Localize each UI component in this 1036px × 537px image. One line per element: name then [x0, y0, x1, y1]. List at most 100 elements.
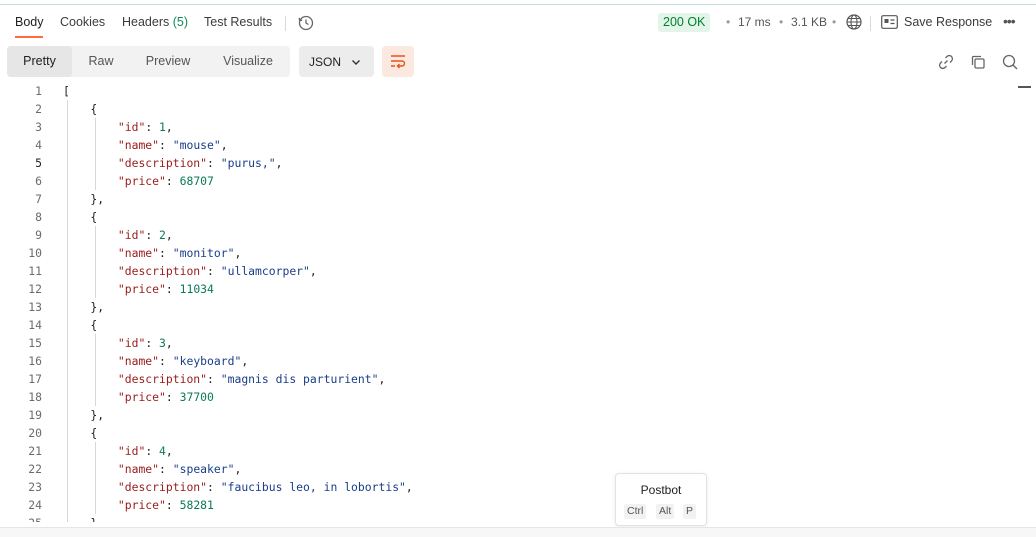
line-number: 3	[35, 120, 42, 134]
code-text: },	[63, 300, 105, 314]
wrap-lines-button[interactable]	[382, 46, 414, 77]
view-mode-visualize[interactable]: Visualize	[206, 46, 290, 77]
line-number: 1	[35, 84, 42, 98]
code-text: "name": "speaker",	[117, 462, 242, 476]
code-text: "description": "ullamcorper",	[117, 264, 317, 278]
line-number: 20	[28, 426, 42, 440]
code-text: },	[63, 192, 105, 206]
view-mode-raw[interactable]: Raw	[72, 46, 130, 77]
code-text: "id": 4,	[117, 444, 173, 458]
tab-body[interactable]: Body	[15, 15, 44, 29]
tab-headers[interactable]: Headers (5)	[122, 15, 188, 29]
headers-count: (5)	[172, 15, 189, 29]
shortcut-key: Ctrl	[624, 504, 647, 519]
response-tabbar: Body Cookies Headers (5) Test Results 20…	[0, 6, 1036, 38]
code-text: {	[63, 318, 98, 332]
code-line[interactable]: 7 },	[0, 190, 1016, 208]
line-number: 4	[35, 138, 42, 152]
code-line[interactable]: 23 "description": "faucibus leo, in lobo…	[0, 478, 1016, 496]
tab-headers-label: Headers	[122, 15, 170, 29]
line-number: 7	[35, 192, 42, 206]
wrap-lines-icon	[391, 55, 406, 69]
code-text: "price": 68707	[117, 174, 214, 188]
code-line[interactable]: 5 "description": "purus,",	[0, 154, 1016, 172]
line-number: 15	[28, 336, 42, 350]
line-number: 24	[28, 498, 42, 512]
code-line[interactable]: 19 },	[0, 406, 1016, 424]
line-number: 25	[0, 514, 42, 522]
meta-separator: •	[779, 15, 784, 29]
shortcut-key: Alt	[656, 504, 675, 519]
code-line[interactable]: 12 "price": 11034	[0, 280, 1016, 298]
tab-cookies[interactable]: Cookies	[60, 15, 105, 29]
code-line[interactable]: 4 "name": "mouse",	[0, 136, 1016, 154]
code-text: "price": 11034	[117, 282, 214, 296]
link-icon[interactable]	[937, 53, 955, 71]
code-text: "description": "faucibus leo, in loborti…	[117, 480, 413, 494]
search-icon[interactable]	[1001, 53, 1019, 71]
code-line[interactable]: 6 "price": 68707	[0, 172, 1016, 190]
line-number: 19	[28, 408, 42, 422]
postbot-tooltip[interactable]: Postbot Ctrl Alt P	[615, 473, 707, 526]
more-options-icon[interactable]: •••	[1003, 13, 1016, 29]
shortcut-key: P	[683, 504, 697, 519]
globe-icon[interactable]	[845, 13, 863, 31]
history-icon[interactable]	[297, 14, 315, 32]
save-response-button[interactable]: Save Response	[904, 15, 992, 29]
code-line[interactable]: 11 "description": "ullamcorper",	[0, 262, 1016, 280]
response-size[interactable]: 3.1 KB	[791, 15, 827, 29]
line-number: 17	[28, 372, 42, 386]
code-text: {	[63, 426, 98, 440]
code-line[interactable]: 14 {	[0, 316, 1016, 334]
code-text: "id": 1,	[117, 120, 173, 134]
code-line[interactable]: 18 "price": 37700	[0, 388, 1016, 406]
format-value: JSON	[309, 55, 342, 69]
code-line[interactable]: 1[	[0, 82, 1016, 100]
code-line[interactable]: 8 {	[0, 208, 1016, 226]
tab-test-results[interactable]: Test Results	[204, 15, 272, 29]
status-badge[interactable]: 200 OK	[658, 13, 711, 32]
active-tab-indicator	[15, 36, 43, 38]
code-line[interactable]: 16 "name": "keyboard",	[0, 352, 1016, 370]
code-text: "name": "mouse",	[117, 138, 228, 152]
code-text: },	[63, 514, 104, 522]
code-line[interactable]: 21 "id": 4,	[0, 442, 1016, 460]
code-text: {	[63, 210, 98, 224]
code-line[interactable]: 24 "price": 58281	[0, 496, 1016, 514]
copy-icon[interactable]	[969, 53, 987, 71]
code-line[interactable]: 3 "id": 1,	[0, 118, 1016, 136]
code-text: "price": 58281	[117, 498, 214, 512]
view-mode-selector: Pretty Raw Preview Visualize	[7, 46, 290, 77]
code-text: "name": "monitor",	[117, 246, 242, 260]
code-line[interactable]: 25 },	[0, 514, 1016, 522]
top-border	[0, 0, 1036, 5]
code-text: "id": 2,	[117, 228, 173, 242]
line-number: 13	[28, 300, 42, 314]
line-number: 22	[28, 462, 42, 476]
view-mode-preview[interactable]: Preview	[130, 46, 206, 77]
code-line[interactable]: 13 },	[0, 298, 1016, 316]
format-dropdown[interactable]: JSON	[299, 46, 374, 77]
code-line[interactable]: 10 "name": "monitor",	[0, 244, 1016, 262]
code-line[interactable]: 9 "id": 2,	[0, 226, 1016, 244]
meta-separator: •	[726, 15, 731, 29]
line-number: 12	[28, 282, 42, 296]
response-time[interactable]: 17 ms	[738, 15, 771, 29]
postbot-title: Postbot	[640, 483, 682, 497]
code-line[interactable]: 17 "description": "magnis dis parturient…	[0, 370, 1016, 388]
code-text: "id": 3,	[117, 336, 173, 350]
code-line[interactable]: 15 "id": 3,	[0, 334, 1016, 352]
view-mode-pretty[interactable]: Pretty	[7, 46, 72, 77]
code-text: "description": "magnis dis parturient",	[117, 372, 386, 386]
line-number: 14	[28, 318, 42, 332]
line-number: 2	[35, 102, 42, 116]
line-number: 23	[28, 480, 42, 494]
response-body-editor[interactable]: 1[2 {3 "id": 1, 4 "name": "mouse", 5 "desc…	[0, 82, 1016, 522]
code-line[interactable]: 22 "name": "speaker",	[0, 460, 1016, 478]
scrollbar-thumb[interactable]	[1018, 86, 1031, 88]
code-line[interactable]: 2 {	[0, 100, 1016, 118]
line-number: 5	[35, 156, 42, 170]
line-number: 6	[35, 174, 42, 188]
line-number: 9	[35, 228, 42, 242]
code-line[interactable]: 20 {	[0, 424, 1016, 442]
